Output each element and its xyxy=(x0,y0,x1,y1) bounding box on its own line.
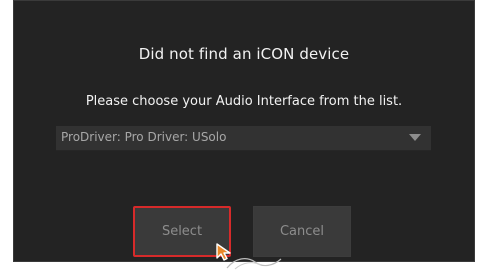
click-ripple-icon xyxy=(226,258,282,270)
device-dialog: Did not find an iCON device Please choos… xyxy=(13,0,475,262)
audio-interface-dropdown[interactable]: ProDriver: Pro Driver: USolo xyxy=(56,126,431,151)
dropdown-selected-value: ProDriver: Pro Driver: USolo xyxy=(61,130,227,144)
caret-down-icon[interactable] xyxy=(409,134,421,141)
dialog-title: Did not find an iCON device xyxy=(138,45,350,63)
select-button-label: Select xyxy=(161,224,203,239)
dialog-subtitle: Please choose your Audio Interface from … xyxy=(85,94,403,109)
cancel-button[interactable]: Cancel xyxy=(253,206,351,257)
cancel-button-label: Cancel xyxy=(279,224,325,239)
